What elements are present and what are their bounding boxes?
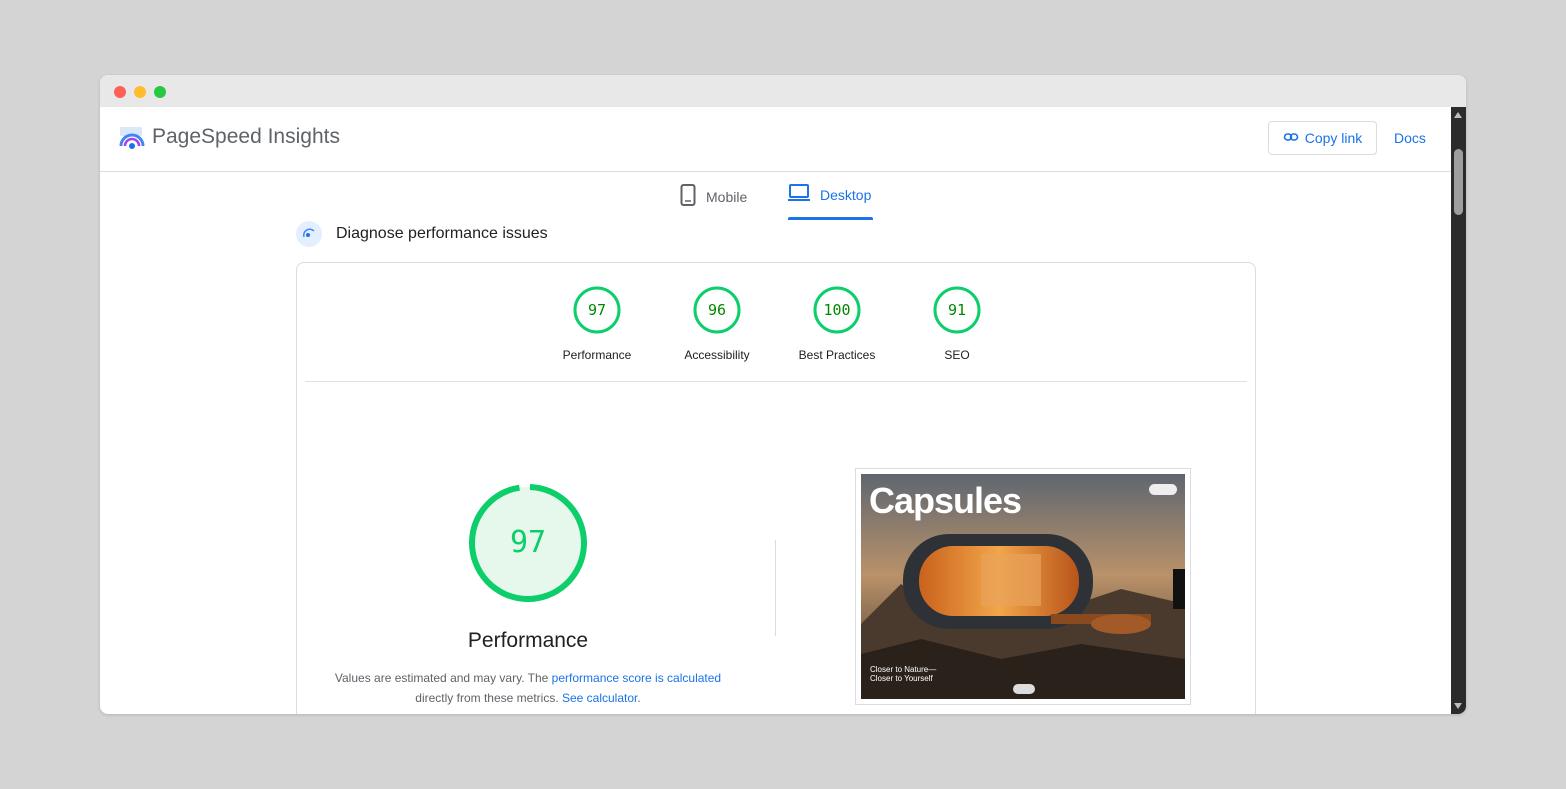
gauge-seo[interactable]: 91 SEO bbox=[897, 285, 1017, 362]
gauge-label: Best Practices bbox=[798, 348, 876, 362]
pagespeed-logo-icon[interactable] bbox=[118, 125, 146, 153]
screenshot-toggle bbox=[1013, 684, 1035, 694]
score-ring: 100 bbox=[812, 285, 862, 335]
vertical-divider bbox=[775, 540, 776, 636]
tab-desktop[interactable]: Desktop bbox=[788, 184, 871, 205]
gauge-best-practices[interactable]: 100 Best Practices bbox=[777, 285, 897, 362]
app-title: PageSpeed Insights bbox=[152, 125, 340, 148]
score-value: 97 bbox=[587, 301, 607, 319]
tab-mobile[interactable]: Mobile bbox=[680, 184, 747, 209]
laptop-icon bbox=[788, 184, 810, 205]
title-bar bbox=[100, 75, 1466, 107]
report-card: 97 Performance 96 Accessibility 100 Best… bbox=[296, 262, 1256, 714]
screenshot-brand: Capsules bbox=[869, 480, 1022, 521]
score-calculation-link[interactable]: performance score is calculated bbox=[552, 671, 721, 685]
note-text: directly from these metrics. bbox=[415, 691, 562, 705]
device-tabs: Mobile Desktop bbox=[100, 172, 1451, 220]
scroll-down-arrow-icon[interactable] bbox=[1454, 703, 1462, 709]
minimize-window-button[interactable] bbox=[134, 86, 146, 98]
gauge-label: Performance bbox=[562, 348, 632, 362]
estimate-note: Values are estimated and may vary. The p… bbox=[325, 668, 731, 708]
performance-score: 97 bbox=[509, 525, 547, 560]
scroll-up-arrow-icon[interactable] bbox=[1454, 112, 1462, 118]
tab-desktop-label: Desktop bbox=[820, 186, 872, 203]
vertical-scrollbar[interactable] bbox=[1451, 107, 1466, 714]
maximize-window-button[interactable] bbox=[154, 86, 166, 98]
gauge-accessibility[interactable]: 96 Accessibility bbox=[657, 285, 777, 362]
score-value: 91 bbox=[947, 301, 967, 319]
gauge-label: SEO bbox=[944, 348, 970, 362]
screenshot-tagline: Closer to Nature—Closer to Yourself bbox=[870, 665, 937, 683]
score-value: 96 bbox=[707, 301, 727, 319]
smartphone-icon bbox=[680, 184, 696, 209]
score-ring: 97 bbox=[572, 285, 622, 335]
section-title: Diagnose performance issues bbox=[336, 225, 548, 242]
score-ring: 91 bbox=[932, 285, 982, 335]
section-heading: Diagnose performance issues bbox=[296, 221, 548, 247]
scroll-thumb[interactable] bbox=[1454, 149, 1463, 215]
tab-mobile-label: Mobile bbox=[706, 188, 748, 205]
performance-title: Performance bbox=[467, 629, 589, 652]
browser-window: PageSpeed Insights Copy link Docs Mobile bbox=[100, 75, 1466, 714]
diagnose-icon bbox=[296, 221, 322, 247]
screenshot-image: Capsules Closer to Nature—Closer to Your… bbox=[861, 474, 1185, 699]
page-screenshot: Capsules Closer to Nature—Closer to Your… bbox=[855, 468, 1191, 705]
note-text: Values are estimated and may vary. The bbox=[334, 671, 552, 685]
gauge-performance[interactable]: 97 Performance bbox=[537, 285, 657, 362]
screenshot-button bbox=[1149, 484, 1177, 495]
note-text: . bbox=[637, 691, 641, 705]
active-tab-indicator bbox=[788, 217, 873, 220]
copy-link-label: Copy link bbox=[1304, 130, 1363, 146]
app-header: PageSpeed Insights Copy link Docs bbox=[100, 107, 1451, 172]
category-gauges: 97 Performance 96 Accessibility 100 Best… bbox=[297, 263, 1255, 381]
close-window-button[interactable] bbox=[114, 86, 126, 98]
score-ring: 96 bbox=[692, 285, 742, 335]
see-calculator-link[interactable]: See calculator bbox=[562, 691, 637, 705]
copy-link-button[interactable]: Copy link bbox=[1268, 121, 1377, 155]
docs-link[interactable]: Docs bbox=[1394, 130, 1426, 146]
score-value: 100 bbox=[823, 301, 851, 319]
divider bbox=[305, 381, 1247, 382]
gauge-label: Accessibility bbox=[684, 348, 750, 362]
performance-gauge: 97 bbox=[467, 482, 589, 604]
link-icon bbox=[1283, 129, 1299, 148]
screenshot-side-bar bbox=[1173, 569, 1185, 609]
